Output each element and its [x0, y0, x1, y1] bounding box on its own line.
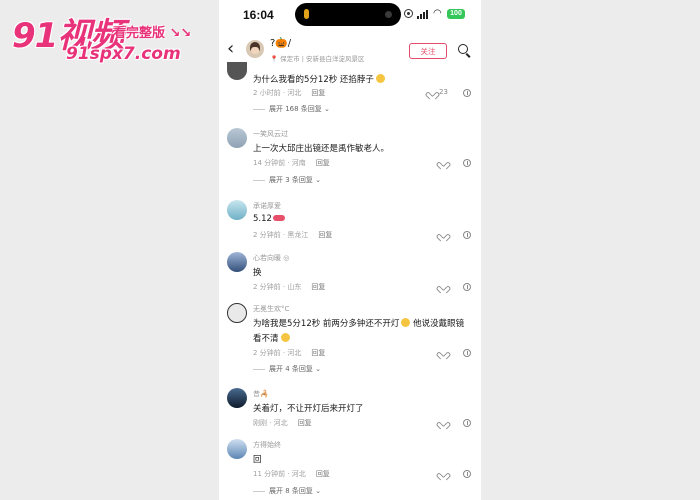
watermark-tagline: 看完整版 ↘↘: [113, 26, 192, 41]
signal-icon: [417, 10, 429, 19]
avatar[interactable]: [227, 303, 247, 323]
comment-meta: 2 分钟前 · 山东 回复: [253, 283, 326, 291]
comment-text: 回: [253, 455, 262, 465]
comment-meta: 11 分钟前 · 河北 回复: [253, 470, 330, 478]
dislike-icon[interactable]: [463, 159, 471, 167]
comment-text-line2: 看不清: [253, 332, 290, 344]
comment-author[interactable]: 承诺厚爱: [253, 201, 281, 211]
reply-button[interactable]: 回复: [318, 231, 332, 239]
comment-meta: 刚刚 · 河北 回复: [253, 419, 312, 427]
expand-replies[interactable]: 展开 3 条回复 ⌄: [253, 175, 321, 185]
reply-button[interactable]: 回复: [316, 470, 330, 478]
watermark: 91视频 看完整版 ↘↘ 91spx7.com: [8, 6, 198, 64]
comment-meta: 2 小时前 · 河北 回复: [253, 89, 326, 97]
dislike-icon[interactable]: [463, 349, 471, 357]
expand-replies[interactable]: 展开 8 条回复 ⌄: [253, 486, 321, 496]
battery-icon: 100: [447, 9, 465, 19]
comment-text: 上一次大邱庄出镜还是禹作敏老人。: [253, 144, 390, 154]
back-icon[interactable]: ‹: [227, 38, 234, 59]
location-subtitle[interactable]: 📍 保定市 | 安新县白洋淀风景区: [270, 53, 364, 63]
location-icon: [404, 9, 413, 18]
user-name[interactable]: ?🎃/: [270, 38, 291, 49]
comment-author[interactable]: 无冕生欢°C: [253, 304, 289, 314]
dislike-icon[interactable]: [463, 89, 471, 97]
reply-button[interactable]: 回复: [311, 349, 325, 357]
heart-icon[interactable]: [439, 231, 448, 239]
avatar[interactable]: [227, 252, 247, 272]
comment-text: 关着灯，不让开灯后来开灯了: [253, 404, 364, 414]
wifi-icon: ◠: [433, 8, 442, 19]
comment-text: 5.12: [253, 214, 285, 224]
mic-icon: [304, 9, 309, 19]
reply-button[interactable]: 回复: [298, 419, 312, 427]
comment-author[interactable]: 一笑风云过: [253, 129, 288, 139]
comment-meta: 2 分钟前 · 黑龙江 回复: [253, 231, 333, 239]
expand-replies[interactable]: 展开 168 条回复 ⌄: [253, 104, 330, 114]
heart-icon[interactable]: [439, 470, 448, 478]
phone-screen: 16:04 ◠ 100 ‹ ?🎃/ 📍 保定市 | 安新县白洋淀风景区 关注 为…: [219, 0, 481, 500]
search-icon[interactable]: [458, 44, 468, 54]
comment-author[interactable]: 昔🦂: [253, 389, 269, 399]
reply-button[interactable]: 回复: [311, 89, 325, 97]
emoji-icon: [272, 215, 285, 221]
camera-icon: [385, 11, 392, 18]
follow-button[interactable]: 关注: [409, 43, 447, 59]
watermark-url: 91spx7.com: [66, 44, 181, 64]
heart-icon[interactable]: [439, 159, 448, 167]
avatar[interactable]: [246, 40, 264, 58]
avatar[interactable]: [227, 62, 247, 80]
status-time: 16:04: [243, 8, 274, 22]
heart-icon[interactable]: [439, 283, 448, 291]
comment-text: 为啥我是5分12秒 前两分多钟还不开灯 他说没戴眼镜: [253, 318, 465, 329]
avatar[interactable]: [227, 439, 247, 459]
dislike-icon[interactable]: [463, 283, 471, 291]
comment-meta: 14 分钟前 · 河南 回复: [253, 159, 330, 167]
avatar[interactable]: [227, 388, 247, 408]
avatar[interactable]: [227, 200, 247, 220]
reply-button[interactable]: 回复: [311, 283, 325, 291]
dynamic-island: [295, 3, 401, 26]
dislike-icon[interactable]: [463, 231, 471, 239]
header: ‹ ?🎃/ 📍 保定市 | 安新县白洋淀风景区 关注: [219, 32, 481, 68]
comment-text: 为什么我看的5分12秒 还掐脖子: [253, 73, 385, 85]
reply-button[interactable]: 回复: [316, 159, 330, 167]
comment-meta: 2 分钟前 · 河北 回复: [253, 349, 326, 357]
like-count: 23: [439, 88, 448, 96]
dislike-icon[interactable]: [463, 419, 471, 427]
heart-icon[interactable]: [439, 349, 448, 357]
comment-author[interactable]: 心若向暖 ◎: [253, 253, 289, 263]
comment-text: 换: [253, 268, 262, 278]
heart-icon[interactable]: [439, 419, 448, 427]
dislike-icon[interactable]: [463, 470, 471, 478]
comment-author[interactable]: 方得始终: [253, 440, 281, 450]
heart-icon[interactable]: [428, 89, 437, 97]
emoji-icon: [280, 333, 290, 342]
emoji-icon: [375, 74, 385, 83]
avatar[interactable]: [227, 128, 247, 148]
expand-replies[interactable]: 展开 4 条回复 ⌄: [253, 364, 321, 374]
status-bar: 16:04 ◠ 100: [219, 0, 481, 30]
